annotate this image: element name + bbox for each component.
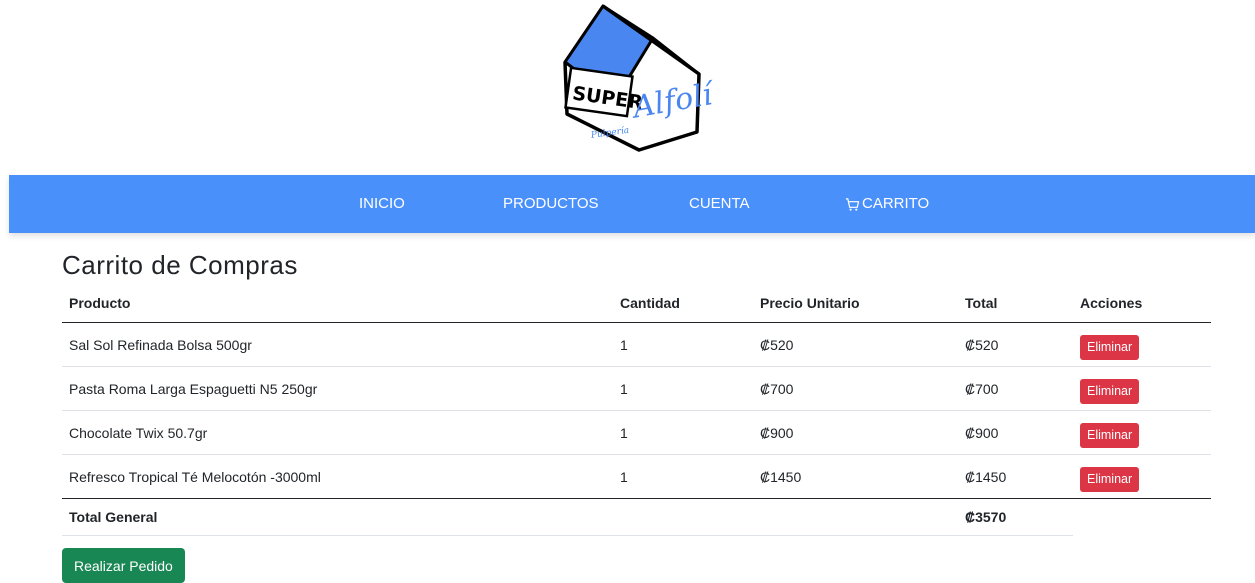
table-row: Chocolate Twix 50.7gr 1 ₡900 ₡900 Elimin… xyxy=(62,410,1211,455)
total-empty-cell xyxy=(1073,499,1211,536)
realizar-pedido-button[interactable]: Realizar Pedido xyxy=(62,548,185,583)
total-general-label: Total General xyxy=(62,498,958,536)
cell-acciones: Eliminar xyxy=(1073,454,1211,499)
nav-inicio-label: INICIO xyxy=(359,195,405,212)
cell-precio: ₡900 xyxy=(753,410,958,455)
cell-cantidad: 1 xyxy=(613,366,753,411)
total-general-value: ₡3570 xyxy=(958,498,1073,536)
header-producto: Producto xyxy=(62,283,613,323)
cell-cantidad: 1 xyxy=(613,454,753,499)
nav-carrito[interactable]: CARRITO xyxy=(845,175,929,233)
eliminar-button[interactable]: Eliminar xyxy=(1080,423,1140,448)
cart-icon xyxy=(845,197,860,211)
super-alfoli-logo: SUPER Alfolí Pulpería xyxy=(563,4,718,152)
cell-acciones: Eliminar xyxy=(1073,366,1211,411)
nav-cuenta-label: CUENTA xyxy=(689,195,750,212)
page-title: Carrito de Compras xyxy=(62,250,298,280)
total-row: Total General ₡3570 xyxy=(62,498,1211,536)
cell-producto: Chocolate Twix 50.7gr xyxy=(62,410,613,455)
cell-precio: ₡520 xyxy=(753,322,958,367)
header-total: Total xyxy=(958,283,1073,323)
eliminar-button[interactable]: Eliminar xyxy=(1080,379,1140,404)
cell-acciones: Eliminar xyxy=(1073,322,1211,367)
cell-producto: Sal Sol Refinada Bolsa 500gr xyxy=(62,322,613,367)
header-precio-unitario: Precio Unitario xyxy=(753,283,958,323)
cell-total: ₡900 xyxy=(958,410,1073,455)
cell-total: ₡520 xyxy=(958,322,1073,367)
cell-cantidad: 1 xyxy=(613,410,753,455)
main-navbar: INICIO PRODUCTOS CUENTA CARRITO xyxy=(9,175,1255,233)
table-row: Refresco Tropical Té Melocotón -3000ml 1… xyxy=(62,454,1211,499)
nav-productos-label: PRODUCTOS xyxy=(503,195,599,212)
eliminar-button[interactable]: Eliminar xyxy=(1080,467,1140,492)
cell-producto: Pasta Roma Larga Espaguetti N5 250gr xyxy=(62,366,613,411)
cell-precio: ₡700 xyxy=(753,366,958,411)
nav-productos[interactable]: PRODUCTOS xyxy=(503,175,599,233)
header-cantidad: Cantidad xyxy=(613,283,753,323)
header-acciones: Acciones xyxy=(1073,283,1211,323)
cell-producto: Refresco Tropical Té Melocotón -3000ml xyxy=(62,454,613,499)
table-row: Sal Sol Refinada Bolsa 500gr 1 ₡520 ₡520… xyxy=(62,322,1211,367)
cell-cantidad: 1 xyxy=(613,322,753,367)
table-header-row: Producto Cantidad Precio Unitario Total … xyxy=(62,283,1211,323)
nav-cuenta[interactable]: CUENTA xyxy=(689,175,750,233)
cell-total: ₡700 xyxy=(958,366,1073,411)
cell-precio: ₡1450 xyxy=(753,454,958,499)
nav-carrito-label: CARRITO xyxy=(862,195,930,212)
eliminar-button[interactable]: Eliminar xyxy=(1080,335,1140,360)
cell-acciones: Eliminar xyxy=(1073,410,1211,455)
logo-alfoli-text: Alfolí xyxy=(627,77,718,126)
table-row: Pasta Roma Larga Espaguetti N5 250gr 1 ₡… xyxy=(62,366,1211,411)
cart-table: Producto Cantidad Precio Unitario Total … xyxy=(62,283,1211,536)
cell-total: ₡1450 xyxy=(958,454,1073,499)
nav-inicio[interactable]: INICIO xyxy=(359,175,405,233)
